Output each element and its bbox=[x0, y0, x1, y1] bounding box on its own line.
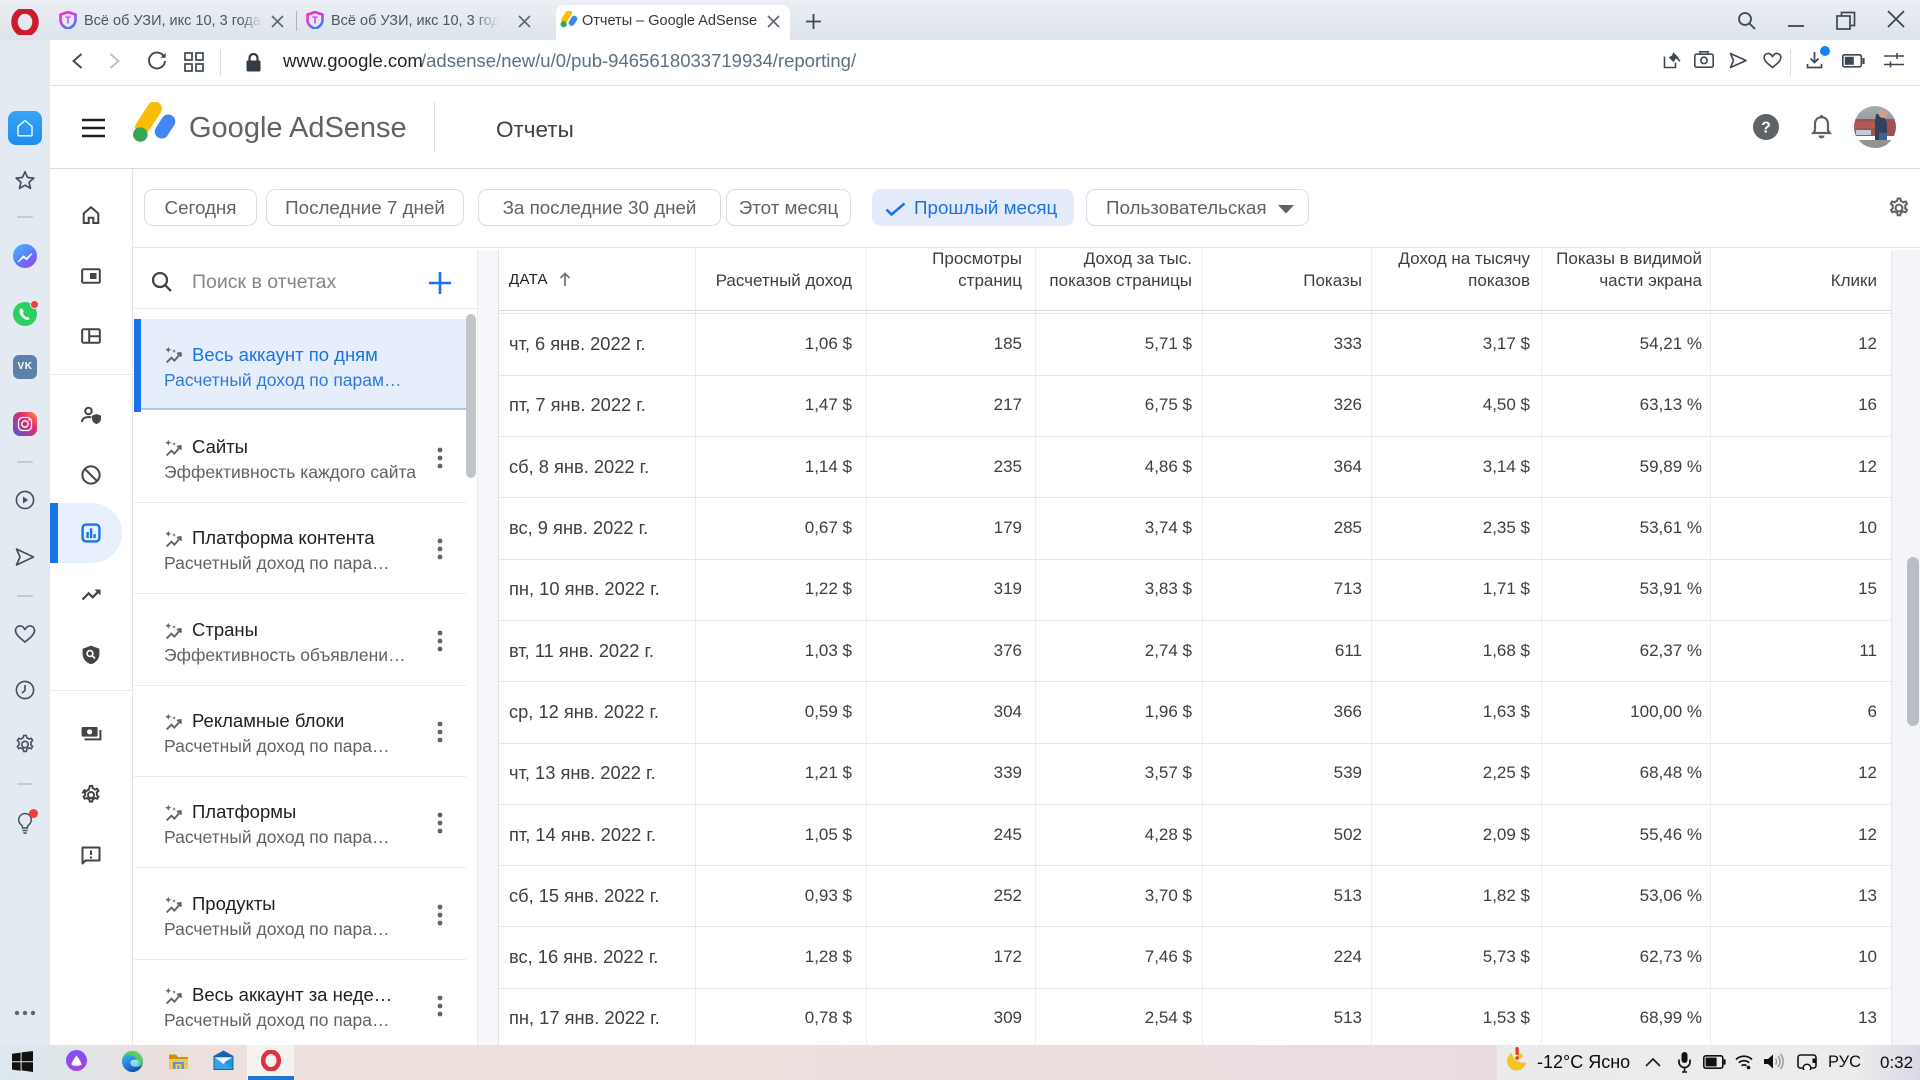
svg-text:?: ? bbox=[1761, 120, 1771, 137]
svg-text:T: T bbox=[65, 16, 71, 27]
svg-text:T: T bbox=[312, 16, 318, 27]
